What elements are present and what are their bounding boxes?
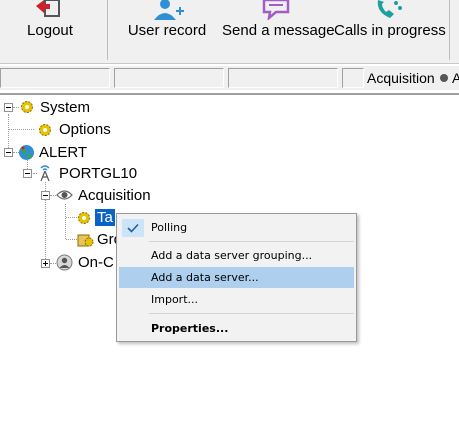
menu-item-label: Polling	[151, 221, 188, 234]
group-icon	[77, 234, 94, 247]
user-record-button[interactable]: User record	[125, 0, 209, 62]
message-icon	[262, 0, 290, 20]
gear-icon	[21, 101, 33, 113]
checked-indicator	[122, 219, 144, 237]
eye-icon	[56, 190, 73, 200]
menu-separator	[149, 241, 354, 242]
menu-separator	[149, 313, 354, 314]
status-indicator-icon	[440, 74, 448, 82]
toolbar-separator	[107, 0, 108, 60]
menu-item-add-grouping[interactable]: Add a data server grouping...	[119, 245, 354, 266]
calls-in-progress-button[interactable]: Calls in progress	[334, 0, 446, 62]
collapse-toggle[interactable]	[23, 169, 32, 178]
user-record-icon	[154, 0, 184, 20]
send-message-label: Send a message	[222, 22, 335, 39]
menu-item-add-data-server[interactable]: Add a data server...	[119, 267, 354, 288]
panel-divider	[0, 93, 459, 95]
status-acquisition-text: Acquisition	[367, 70, 435, 86]
tree-node-portgl10[interactable]: PORTGL10	[0, 164, 140, 184]
phone-icon	[377, 0, 402, 18]
gear-icon	[39, 124, 51, 136]
antenna-icon	[40, 165, 50, 182]
tree-node-on-call[interactable]: On-C	[0, 253, 118, 273]
gear-icon	[78, 212, 90, 224]
status-field	[0, 68, 110, 88]
send-message-button[interactable]: Send a message	[222, 0, 335, 62]
tree-node-system[interactable]: System	[0, 98, 120, 118]
collapse-toggle[interactable]	[4, 148, 13, 157]
globe-icon	[19, 145, 34, 160]
expand-toggle[interactable]	[41, 259, 50, 268]
user-record-label: User record	[127, 22, 207, 39]
tree-node-label: Acquisition	[78, 187, 151, 204]
toolbar: Logout User record Send a message Calls …	[0, 0, 459, 64]
status-field	[114, 68, 224, 88]
status-bar: Acquisition A	[0, 66, 459, 90]
calls-in-progress-label: Calls in progress	[334, 22, 446, 39]
status-field	[228, 68, 338, 88]
checkmark-icon	[127, 223, 139, 233]
logout-button[interactable]: Logout	[0, 0, 100, 62]
menu-item-polling[interactable]: Polling	[119, 217, 354, 238]
collapse-toggle[interactable]	[41, 191, 50, 200]
tree-node-label: ALERT	[39, 144, 88, 161]
logout-icon	[36, 0, 60, 17]
menu-item-properties[interactable]: Properties...	[119, 318, 354, 339]
status-truncated-text: A	[452, 70, 459, 86]
menu-item-label: Import...	[151, 293, 198, 306]
tree-node-label: PORTGL10	[59, 165, 138, 182]
tree-node-label: Ta	[95, 209, 115, 226]
logout-label: Logout	[27, 22, 73, 39]
toolbar-separator	[449, 0, 450, 60]
tree-node-alert[interactable]: ALERT	[0, 143, 120, 163]
tree-node-label: System	[40, 99, 91, 116]
menu-item-label: Add a data server...	[151, 271, 259, 284]
tree-node-acquisition[interactable]: Acquisition	[0, 186, 160, 206]
collapse-toggle[interactable]	[4, 103, 13, 112]
status-field	[342, 68, 364, 88]
menu-item-label: Properties...	[151, 322, 229, 335]
menu-item-label: Add a data server grouping...	[151, 249, 313, 262]
menu-item-import[interactable]: Import...	[119, 289, 354, 310]
tree-node-label: On-C	[78, 254, 114, 271]
tree-node-tasks[interactable]: Ta	[0, 208, 118, 228]
context-menu: Polling Add a data server grouping... Ad…	[116, 213, 357, 342]
tree-node-options[interactable]: Options	[0, 120, 130, 140]
tree-node-groups[interactable]: Gro	[0, 230, 122, 250]
tree-node-label: Options	[59, 121, 111, 138]
person-icon	[56, 254, 73, 271]
